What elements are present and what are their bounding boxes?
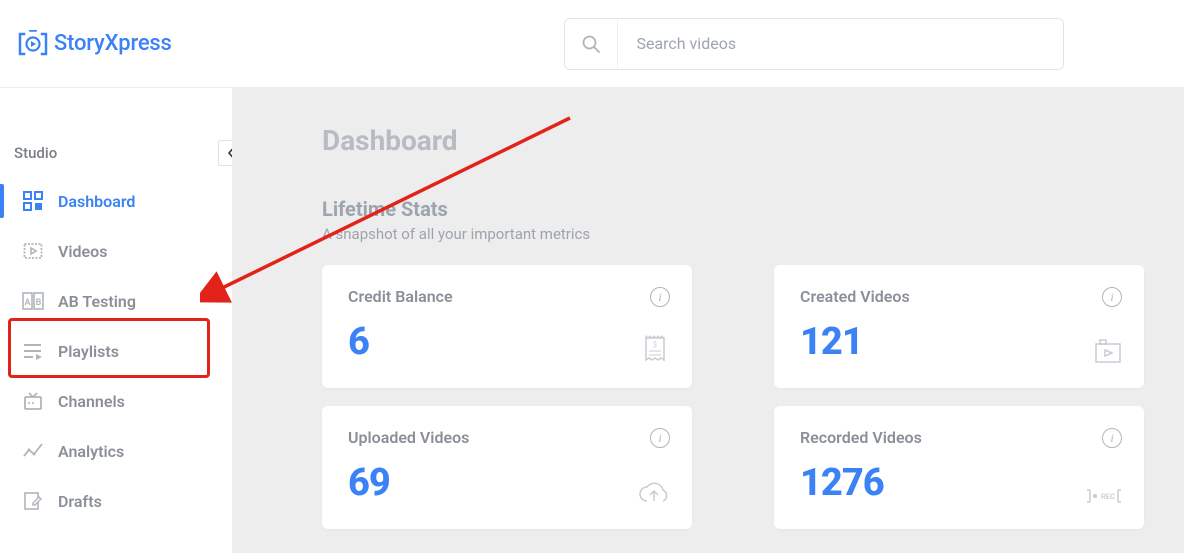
svg-text:REC: REC (1101, 492, 1115, 501)
rec-icon: REC (1086, 487, 1122, 509)
card-value: 1276 (800, 461, 1118, 505)
channels-icon (22, 390, 44, 412)
card-credit-balance: Credit Balance i 6 $ (322, 265, 692, 388)
card-label: Created Videos (800, 287, 1118, 306)
card-label: Uploaded Videos (348, 428, 666, 447)
card-recorded-videos: Recorded Videos i 1276 REC (774, 406, 1144, 529)
sidebar-item-label: Videos (58, 242, 107, 261)
sidebar-item-label: Channels (58, 392, 125, 411)
sidebar-item-drafts[interactable]: Drafts (0, 476, 232, 526)
playlists-icon (22, 340, 44, 362)
card-label: Recorded Videos (800, 428, 1118, 447)
main-content: Dashboard Lifetime Stats A snapshot of a… (232, 88, 1184, 553)
info-icon[interactable]: i (650, 287, 670, 307)
card-value: 121 (800, 320, 1118, 364)
sidebar-item-label: AB Testing (58, 292, 136, 311)
page-title: Dashboard (322, 124, 1184, 157)
sidebar-item-label: Playlists (58, 342, 119, 361)
search-box[interactable] (564, 18, 1064, 70)
cloud-upload-icon (638, 481, 670, 509)
card-value: 69 (348, 461, 666, 505)
search-icon (565, 19, 618, 69)
card-uploaded-videos: Uploaded Videos i 69 (322, 406, 692, 529)
info-icon[interactable]: i (1102, 428, 1122, 448)
card-value: 6 (348, 320, 666, 364)
drafts-icon (22, 490, 44, 512)
sidebar-item-dashboard[interactable]: Dashboard (0, 176, 232, 226)
videos-icon (22, 240, 44, 262)
video-file-icon (1094, 338, 1122, 368)
abtesting-icon: AB (22, 290, 44, 312)
svg-text:A: A (24, 298, 30, 308)
sidebar-item-channels[interactable]: Channels (0, 376, 232, 426)
brand-logo[interactable]: StoryXpress (18, 30, 172, 58)
info-icon[interactable]: i (650, 428, 670, 448)
dashboard-icon (22, 190, 44, 212)
sidebar-item-playlists[interactable]: Playlists (0, 326, 232, 376)
logo-icon (18, 30, 48, 58)
search-input[interactable] (618, 34, 1063, 53)
sidebar-item-videos[interactable]: Videos (0, 226, 232, 276)
sidebar-item-label: Drafts (58, 492, 102, 511)
brand-name: StoryXpress (54, 31, 172, 56)
sidebar-item-analytics[interactable]: Analytics (0, 426, 232, 476)
sidebar: Studio Dashboard Videos AB AB Te (0, 88, 232, 553)
info-icon[interactable]: i (1102, 287, 1122, 307)
header: StoryXpress (0, 0, 1184, 88)
card-created-videos: Created Videos i 121 (774, 265, 1144, 388)
analytics-icon (22, 440, 44, 462)
svg-text:$: $ (653, 341, 657, 349)
receipt-icon: $ (640, 334, 670, 368)
card-label: Credit Balance (348, 287, 666, 306)
sidebar-item-abtesting[interactable]: AB AB Testing (0, 276, 232, 326)
sidebar-item-label: Dashboard (58, 192, 135, 211)
section-subtitle: A snapshot of all your important metrics (322, 225, 1184, 243)
sidebar-item-label: Analytics (58, 442, 124, 461)
sidebar-title: Studio (14, 144, 57, 162)
section-title: Lifetime Stats (322, 197, 1184, 221)
svg-text:B: B (36, 298, 42, 308)
